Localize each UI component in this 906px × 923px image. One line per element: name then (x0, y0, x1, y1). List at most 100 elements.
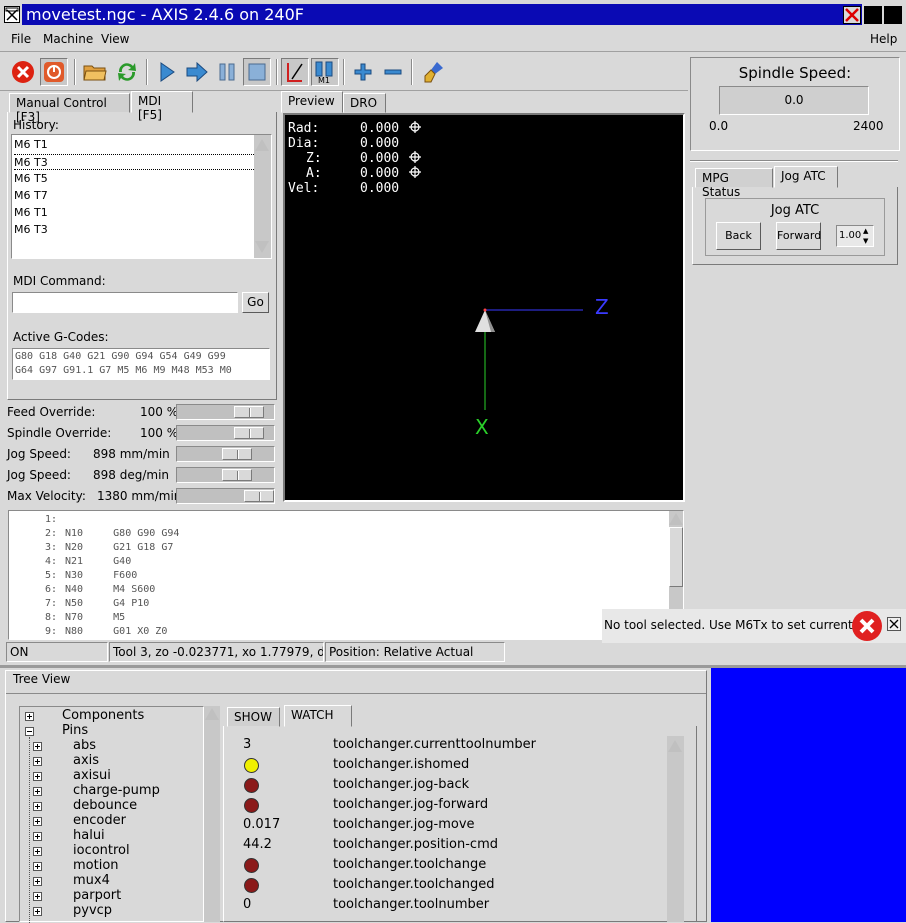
expand-icon[interactable] (33, 787, 42, 796)
expand-icon[interactable] (33, 772, 42, 781)
forward-button[interactable]: Forward (776, 222, 821, 250)
expand-icon[interactable] (33, 802, 42, 811)
maximize-icon[interactable] (884, 6, 902, 24)
expand-icon[interactable] (33, 877, 42, 886)
expand-icon[interactable] (33, 847, 42, 856)
optional-stop-icon[interactable]: M1 (311, 58, 339, 86)
collapse-icon[interactable] (25, 727, 34, 736)
expand-icon[interactable] (33, 832, 42, 841)
tree-item-parport[interactable]: parport (73, 888, 121, 903)
title-bar[interactable]: movetest.ngc - AXIS 2.4.6 on 240F (0, 0, 906, 28)
run-icon[interactable] (153, 58, 181, 86)
window-menu-icon[interactable] (4, 6, 20, 23)
zoom-out-icon[interactable] (379, 58, 407, 86)
back-button[interactable]: Back (716, 222, 761, 250)
gcode-line-number: 5: (45, 570, 58, 581)
menu-machine[interactable]: Machine (43, 32, 93, 46)
list-item[interactable]: M6 T1 (14, 205, 254, 221)
history-list[interactable]: M6 T1 M6 T3 M6 T5 M6 T7 M6 T1 M6 T3 (11, 134, 272, 259)
tab-mpg-status[interactable]: MPG Status (695, 168, 773, 199)
feed-override-slider[interactable] (176, 404, 275, 420)
spindle-speed-title: Spindle Speed: (738, 64, 852, 82)
tab-manual-control[interactable]: Manual Control [F3] (9, 93, 130, 124)
preview-canvas[interactable]: Rad: 0.000 Dia: 0.000 Z: 0.000 A: 0.000 … (283, 113, 685, 502)
expand-icon[interactable] (25, 712, 34, 721)
menu-view[interactable]: View (101, 32, 129, 46)
tree-item-pyvcp[interactable]: pyvcp (73, 903, 112, 918)
open-file-icon[interactable] (81, 58, 109, 86)
scroll-thumb[interactable] (669, 527, 683, 587)
expand-icon[interactable] (33, 907, 42, 916)
expand-icon[interactable] (33, 862, 42, 871)
spin-up-icon[interactable]: ▲ (863, 227, 868, 235)
expand-icon[interactable] (33, 757, 42, 766)
slider-thumb[interactable] (222, 448, 252, 460)
tree-item-axisui[interactable]: axisui (73, 768, 111, 783)
tree-item-pins[interactable]: Pins (62, 723, 88, 738)
close-icon[interactable] (843, 6, 861, 24)
tree-item-components[interactable]: Components (62, 708, 144, 723)
tree-item-halui[interactable]: halui (73, 828, 105, 843)
gcode-line-text: N20 G21 G18 G7 (65, 542, 174, 553)
spindle-override-slider[interactable] (176, 425, 275, 441)
spin-down-icon[interactable]: ▼ (863, 237, 868, 245)
tree-item-abs[interactable]: abs (73, 738, 96, 753)
minimize-icon[interactable] (864, 6, 882, 24)
watch-pin-name: toolchanger.ishomed (333, 757, 470, 772)
pause-icon[interactable] (213, 58, 241, 86)
tab-preview[interactable]: Preview (281, 91, 343, 113)
scroll-down-icon[interactable] (255, 241, 269, 253)
menu-file[interactable]: File (11, 32, 31, 46)
tree-view[interactable]: Components Pins abs axis axisui charge-p… (19, 706, 204, 923)
list-item[interactable]: M6 T3 (14, 154, 254, 170)
tab-watch[interactable]: WATCH (284, 705, 352, 727)
watch-scrollbar[interactable] (667, 736, 684, 922)
expand-icon[interactable] (33, 742, 42, 751)
tree-item-axis[interactable]: axis (73, 753, 99, 768)
tab-mdi[interactable]: MDI [F5] (131, 91, 193, 122)
max-velocity-slider[interactable] (176, 488, 275, 504)
list-item[interactable]: M6 T3 (14, 222, 254, 238)
tab-dro[interactable]: DRO (343, 93, 386, 113)
scroll-up-icon[interactable] (669, 513, 683, 525)
list-item[interactable]: M6 T5 (14, 171, 254, 187)
slider-thumb[interactable] (244, 490, 274, 502)
scroll-up-icon[interactable] (205, 708, 219, 720)
stop-icon[interactable] (243, 58, 271, 86)
reload-icon[interactable] (113, 58, 141, 86)
gcode-listing[interactable]: 1: 2: N10 G80 G90 G94 3: N20 G21 G18 G7 … (8, 510, 684, 640)
slider-thumb[interactable] (222, 469, 252, 481)
expand-icon[interactable] (33, 817, 42, 826)
menu-help[interactable]: Help (870, 32, 897, 46)
estop-icon[interactable] (9, 58, 37, 86)
scroll-up-icon[interactable] (255, 139, 269, 151)
tree-item-motion[interactable]: motion (73, 858, 119, 873)
tree-item-iocontrol[interactable]: iocontrol (73, 843, 130, 858)
jog-speed-angular-slider[interactable] (176, 467, 275, 483)
history-label: History: (13, 118, 59, 132)
clear-plot-icon[interactable] (421, 58, 449, 86)
notification-close-icon[interactable] (887, 617, 901, 631)
step-icon[interactable] (183, 58, 211, 86)
go-button[interactable]: Go (242, 292, 269, 313)
tab-show[interactable]: SHOW (227, 707, 280, 727)
expand-icon[interactable] (33, 892, 42, 901)
mdi-command-input[interactable] (12, 292, 238, 313)
list-item[interactable]: M6 T7 (14, 188, 254, 204)
slider-thumb[interactable] (234, 427, 264, 439)
tree-scrollbar[interactable] (204, 706, 220, 922)
block-delete-icon[interactable] (281, 58, 309, 86)
tree-item-mux4[interactable]: mux4 (73, 873, 110, 888)
machine-power-icon[interactable] (40, 58, 68, 86)
tree-item-charge-pump[interactable]: charge-pump (73, 783, 160, 798)
jog-speed-slider[interactable] (176, 446, 275, 462)
tree-item-encoder[interactable]: encoder (73, 813, 126, 828)
tree-item-debounce[interactable]: debounce (73, 798, 137, 813)
history-scrollbar[interactable] (254, 135, 271, 258)
tab-jog-atc[interactable]: Jog ATC (774, 166, 838, 188)
zoom-in-icon[interactable] (349, 58, 377, 86)
step-spinbox[interactable]: 1.00 ▲ ▼ (836, 225, 874, 247)
list-item[interactable]: M6 T1 (14, 137, 254, 153)
slider-thumb[interactable] (234, 406, 264, 418)
scroll-up-icon[interactable] (668, 740, 682, 752)
